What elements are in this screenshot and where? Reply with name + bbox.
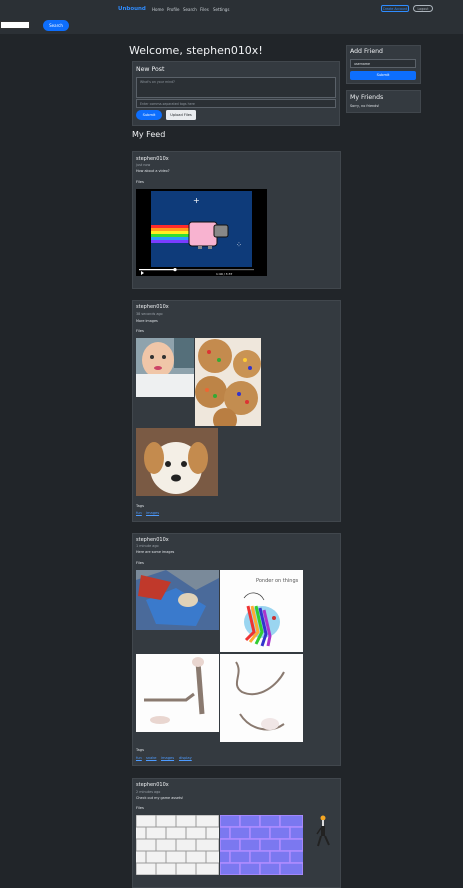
baby-photo[interactable]	[136, 338, 194, 397]
post-text: Check out my game assets!	[136, 796, 184, 800]
tag-link[interactable]: snake	[146, 756, 157, 760]
comic-image-art	[136, 570, 219, 630]
logout-button[interactable]: Logout	[413, 5, 433, 12]
nav-profile[interactable]: Profile	[167, 7, 179, 12]
files-label: Files	[136, 806, 144, 810]
no-friends-text: Sorry, no friends!	[350, 104, 380, 108]
post-body-textarea[interactable]: What's on your mind?	[136, 77, 336, 98]
upload-files-button[interactable]: Upload Files	[166, 110, 196, 120]
tag-link[interactable]: fun	[136, 756, 142, 760]
stretch-sketch[interactable]	[136, 654, 219, 732]
baby-photo-art	[136, 338, 194, 397]
nav-settings[interactable]: Settings	[213, 7, 229, 12]
tag-link[interactable]: fun	[136, 511, 142, 515]
friend-username-input[interactable]: username	[350, 59, 416, 68]
post-time: 1 minute ago	[136, 544, 159, 548]
cookies-photo[interactable]	[195, 338, 261, 426]
brand-logo[interactable]: Unbound	[118, 6, 146, 12]
search-bar	[0, 17, 463, 34]
tags-label: Tags	[136, 748, 144, 752]
tags-input[interactable]: Enter comma-separated tags here	[136, 99, 336, 108]
video-player[interactable]: + ⁘ 1:49 / 3:37	[136, 189, 267, 276]
pony-handwriting: Ponder on things	[256, 578, 299, 584]
new-post-title: New Post	[136, 66, 165, 73]
files-label: Files	[136, 180, 144, 184]
dog-photo[interactable]	[136, 428, 218, 496]
add-friend-submit-button[interactable]: Submit	[350, 71, 416, 80]
page-title: Welcome, stephen010x!	[129, 44, 263, 57]
pony-sketch-art: Ponder on things	[220, 570, 303, 652]
post-author[interactable]: stephen010x	[136, 304, 169, 310]
stone-texture-art	[136, 815, 219, 875]
feed-title: My Feed	[132, 130, 166, 139]
sprite-character[interactable]	[312, 814, 332, 850]
post-submit-button[interactable]: Submit	[136, 110, 162, 120]
post-time: just now	[136, 163, 151, 167]
files-label: Files	[136, 329, 144, 333]
post-text: Here are some images	[136, 550, 175, 554]
video-frame: + ⁘ 1:49 / 3:37	[139, 191, 254, 276]
tags-label: Tags	[136, 504, 144, 508]
my-friends-title: My Friends	[350, 94, 384, 101]
tag-link[interactable]: images	[146, 511, 159, 515]
dog-photo-art	[136, 428, 218, 496]
post-text: More images	[136, 319, 158, 323]
search-button[interactable]: Search	[43, 20, 69, 31]
tag-link[interactable]: display	[179, 756, 192, 760]
post-time: 38 seconds ago	[136, 312, 163, 316]
nav-search[interactable]: Search	[183, 7, 197, 12]
tag-link[interactable]: images	[161, 756, 174, 760]
stone-texture[interactable]	[136, 815, 219, 875]
post-author[interactable]: stephen010x	[136, 537, 169, 543]
stretch-sketch-art	[136, 654, 219, 732]
post-author[interactable]: stephen010x	[136, 156, 169, 162]
post-time: 2 minutes ago	[136, 790, 161, 794]
video-time-display: 1:49 / 3:37	[216, 272, 232, 276]
search-input[interactable]	[0, 21, 30, 29]
post-author[interactable]: stephen010x	[136, 782, 169, 788]
files-label: Files	[136, 561, 144, 565]
snake-sketch-art	[220, 654, 303, 742]
nav-files[interactable]: Files	[200, 7, 209, 12]
post-text: How about a video?	[136, 169, 170, 173]
normal-map-texture-art	[220, 815, 303, 875]
nav-home[interactable]: Home	[152, 7, 164, 12]
pony-sketch[interactable]: Ponder on things	[220, 570, 303, 652]
svg-text:+: +	[193, 196, 200, 205]
snake-sketch[interactable]	[220, 654, 303, 742]
create-account-button[interactable]: Create Account	[381, 5, 409, 12]
cookies-photo-art	[195, 338, 261, 426]
comic-image[interactable]	[136, 570, 219, 630]
add-friend-title: Add Friend	[350, 48, 383, 55]
sprite-character-art	[316, 815, 330, 847]
svg-text:⁘: ⁘	[236, 241, 242, 249]
normal-map-texture[interactable]	[220, 815, 303, 875]
